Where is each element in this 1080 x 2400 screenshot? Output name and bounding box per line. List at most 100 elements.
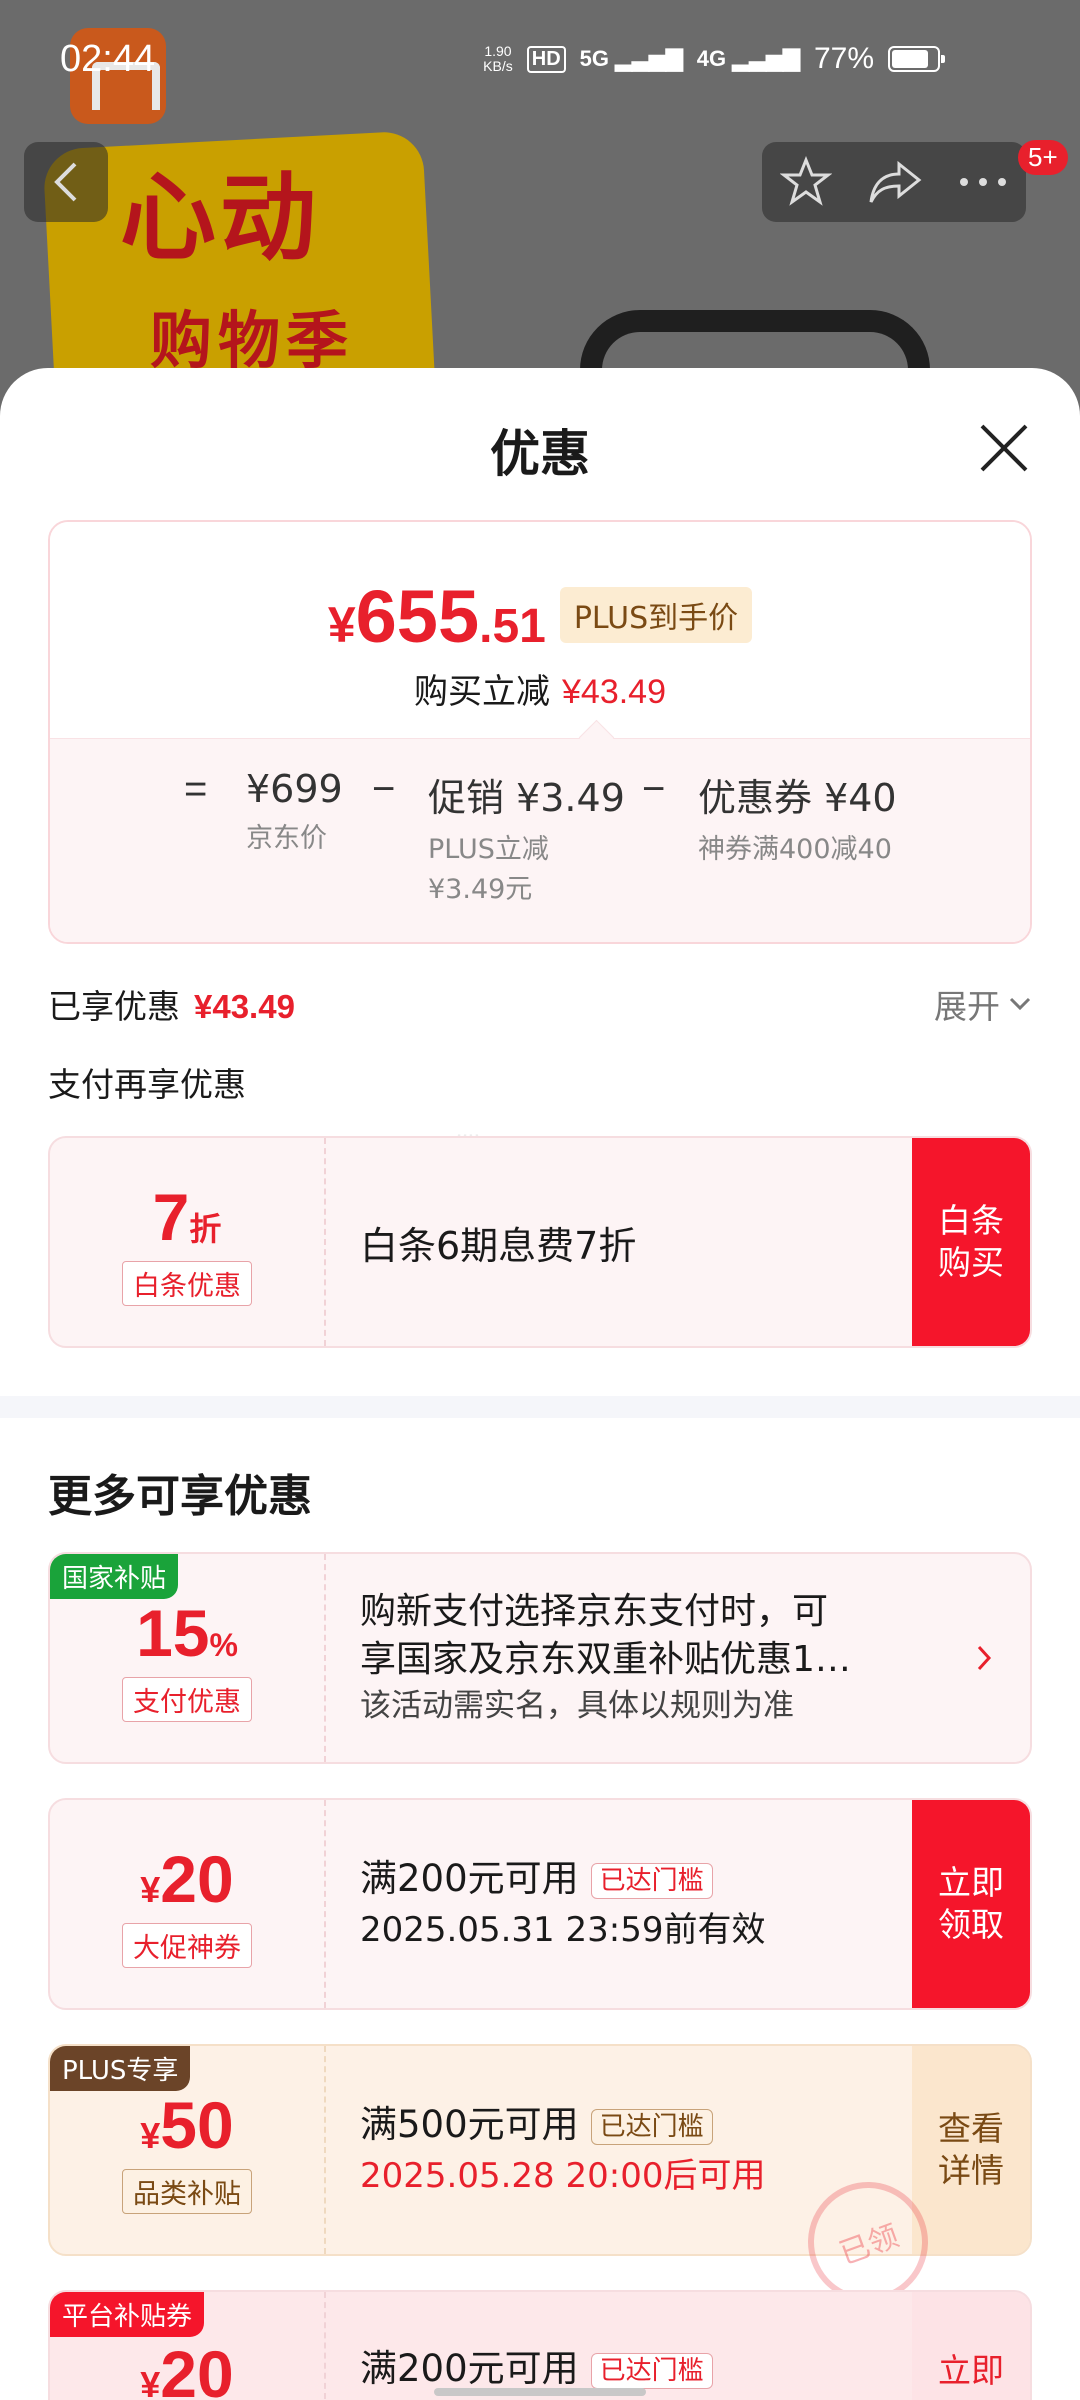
more-icon[interactable] (958, 176, 1008, 188)
platform-coupon-card[interactable]: 平台补贴券 ¥20 满200元可用 已达门槛 立即 (48, 2290, 1032, 2400)
price-summary: ¥655.51 PLUS到手价 购买立减 ¥43.49 = ¥699 京东价 − … (48, 520, 1032, 944)
claim-line2: 领取 (938, 1905, 1004, 1944)
status-time: 02:44 (60, 38, 156, 80)
plus-coupon-validity: 2025.05.28 20:00后可用 (360, 2155, 766, 2196)
coupon-currency: ¥ (140, 1868, 161, 1910)
jd-price-term: ¥699 京东价 (246, 767, 343, 861)
threshold-reached-badge: 已达门槛 (590, 1862, 713, 1899)
coupon-value: 优惠券 ¥40 (698, 776, 897, 820)
card-divider (324, 1554, 326, 1762)
network-speed-value: 1.90 (484, 43, 512, 59)
coupon-amount-value: 20 (160, 1841, 234, 1916)
baitiao-buy-button[interactable]: 白条 购买 (912, 1138, 1030, 1346)
platform-coupon-amount: ¥20 (140, 2336, 233, 2400)
plus-coupon-tag: 品类补贴 (122, 2168, 252, 2214)
signal-4g-icon: 4G ▂▃▅▇ (696, 46, 800, 71)
details-line2: 详情 (938, 2151, 1004, 2190)
platform-claim-button[interactable]: 立即 (912, 2292, 1030, 2400)
enjoyed-label: 已享优惠 (48, 987, 180, 1026)
expand-button[interactable]: 展开 (934, 980, 1032, 1028)
subsidy-percent-value: 15 (136, 1595, 210, 1670)
section-divider (0, 1396, 1080, 1418)
jd-price-label: 京东价 (246, 823, 327, 854)
platform-threshold-reached-badge: 已达门槛 (590, 2352, 713, 2389)
plus-price-tag: PLUS到手价 (559, 587, 753, 643)
battery-icon (888, 46, 945, 72)
platform-coupon-condition: 满200元可用 (360, 2347, 579, 2390)
network-speed: 1.90 KB/s (483, 44, 513, 74)
signal-4g-label: 4G (696, 46, 727, 71)
expand-label: 展开 (934, 987, 1000, 1026)
signal-5g-label: 5G (579, 46, 609, 71)
poster-text-line2: 购物季 (150, 304, 355, 377)
card-divider (324, 1138, 326, 1346)
card-divider (324, 2292, 326, 2400)
status-bar: 02:44 1.90 KB/s HD 5G ▂▃▅▇ 4G ▂▃▅▇ 77% (0, 0, 1080, 120)
promo-label-2: ¥3.49元 (428, 874, 533, 905)
cart-badge: 5+ (1018, 140, 1068, 175)
star-icon[interactable] (779, 156, 832, 208)
baitiao-buy-line2: 购买 (938, 1243, 1004, 1282)
subsidy-percent: 15% (136, 1595, 238, 1671)
top-action-bar (762, 142, 1026, 222)
platform-coupon-currency: ¥ (140, 2364, 161, 2400)
plus-threshold-reached-badge: 已达门槛 (590, 2108, 713, 2145)
plus-coupon-condition: 满500元可用 (360, 2103, 579, 2147)
hd-icon: HD (526, 45, 566, 73)
claim-coupon-button[interactable]: 立即 领取 (912, 1800, 1030, 2008)
subsidy-tag: 支付优惠 (122, 1676, 252, 1722)
share-icon[interactable] (867, 158, 923, 206)
price-integer: 655 (355, 575, 480, 658)
subsidy-line2: 享国家及京东双重补贴优惠1… (360, 1639, 851, 1680)
claim-line1: 立即 (938, 1863, 1004, 1902)
promo-coupon-card[interactable]: ¥20 大促神券 满200元可用 已达门槛 2025.05.31 23:59前有效… (48, 1798, 1032, 2010)
poster-text-line1: 心动 (120, 162, 320, 274)
coupon-label: 神券满400减40 (698, 834, 892, 865)
battery-percent: 77% (813, 42, 874, 75)
coupon-tag: 大促神券 (122, 1922, 252, 1968)
coupon-condition: 满200元可用 (360, 1857, 579, 1901)
baitiao-desc: 白条6期息费7折 (360, 1223, 637, 1268)
minus-sign-1: − (372, 767, 396, 811)
price-currency: ¥ (327, 597, 356, 653)
equals-sign: = (184, 767, 208, 811)
subsidy-percent-unit: % (209, 1626, 238, 1663)
chevron-left-icon (54, 162, 77, 202)
status-indicators: 1.90 KB/s HD 5G ▂▃▅▇ 4G ▂▃▅▇ 77% (483, 42, 945, 76)
coupon-condition-row: 满200元可用 已达门槛 (360, 1854, 765, 1906)
plus-coupon-amount: ¥50 (140, 2087, 233, 2163)
chevron-right-icon (977, 1645, 992, 1671)
price-breakdown: = ¥699 京东价 − 促销 ¥3.49 PLUS立减 ¥3.49元 − 优惠… (50, 738, 1030, 942)
pay-more-label: 支付再享优惠 (48, 1065, 246, 1104)
baitiao-discount-unit: 折 (189, 1210, 222, 1247)
details-line1: 查看 (938, 2109, 1004, 2148)
discount-sheet: 优惠 ¥655.51 PLUS到手价 购买立减 ¥43.49 = ¥699 京东价… (0, 368, 1080, 2400)
signal-5g-icon: 5G ▂▃▅▇ (579, 46, 683, 71)
card-divider (324, 2046, 326, 2254)
minus-sign-2: − (642, 767, 666, 811)
view-details-button[interactable]: 查看 详情 (912, 2046, 1030, 2254)
promo-label-1: PLUS立减 (428, 834, 549, 865)
final-price: ¥655.51 (328, 574, 546, 659)
chevron-down-icon (1009, 997, 1031, 1011)
coupon-amount: ¥20 (140, 1841, 233, 1917)
baitiao-card[interactable]: 7折 白条优惠 白条6期息费7折 白条 购买 (48, 1136, 1032, 1348)
baitiao-discount-value: 7 (152, 1179, 190, 1254)
coupon-validity: 2025.05.31 23:59前有效 (360, 1909, 766, 1950)
purchase-reduction: 购买立减 ¥43.49 (50, 664, 1030, 713)
plus-coupon-amount-value: 50 (160, 2087, 234, 2162)
coupon-term: 优惠券 ¥40 神券满400减40 (698, 767, 897, 872)
back-button[interactable] (24, 142, 108, 222)
subsidy-line3: 该活动需实名，具体以规则为准 (360, 1688, 794, 1724)
home-indicator[interactable] (434, 2388, 646, 2396)
network-speed-unit: KB/s (483, 58, 513, 74)
more-discounts-title: 更多可享优惠 (48, 1471, 312, 1522)
sheet-title: 优惠 (490, 425, 590, 483)
jd-price-value: ¥699 (246, 767, 343, 811)
national-subsidy-card[interactable]: 国家补贴 15% 支付优惠 购新支付选择京东支付时，可 享国家及京东双重补贴优惠… (48, 1552, 1032, 1764)
plus-coupon-currency: ¥ (140, 2114, 161, 2156)
close-icon[interactable] (976, 420, 1032, 476)
enjoyed-discount-row: 已享优惠 ¥43.49 展开 (48, 980, 1032, 1028)
price-decimal: .51 (479, 600, 546, 653)
enjoyed-value: ¥43.49 (194, 988, 295, 1025)
